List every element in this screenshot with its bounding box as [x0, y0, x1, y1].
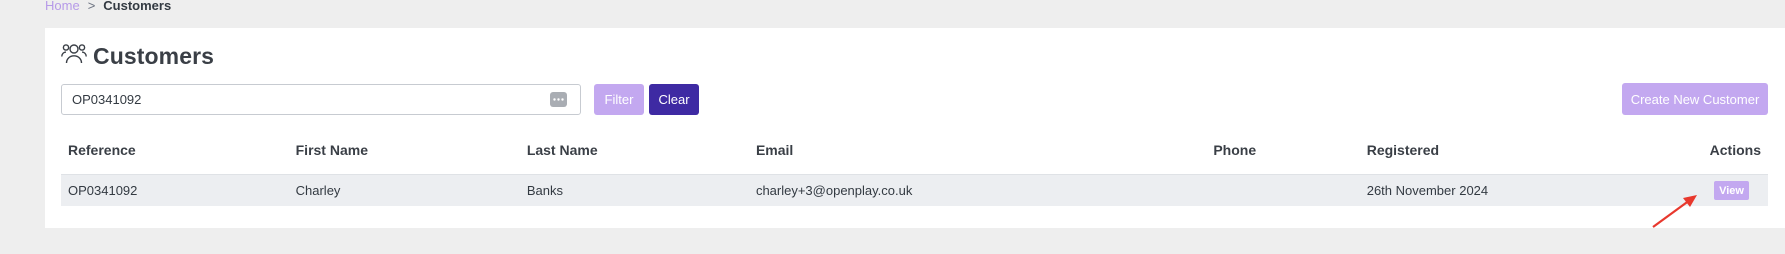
column-header-first-name[interactable]: First Name — [288, 126, 520, 175]
column-header-reference[interactable]: Reference — [61, 126, 289, 175]
cell-actions: View — [1702, 174, 1768, 206]
search-field[interactable] — [61, 84, 581, 115]
column-header-last-name[interactable]: Last Name — [519, 126, 749, 175]
users-icon — [61, 42, 87, 71]
breadcrumb: Home > Customers — [45, 0, 171, 14]
cell-email: charley+3@openplay.co.uk — [748, 174, 1207, 206]
cell-first-name: Charley — [288, 174, 520, 206]
create-new-customer-button[interactable]: Create New Customer — [1622, 83, 1768, 115]
table-row[interactable]: OP0341092 Charley Banks charley+3@openpl… — [61, 174, 1768, 206]
filter-button[interactable]: Filter — [594, 84, 644, 115]
column-header-phone[interactable]: Phone — [1206, 126, 1360, 175]
breadcrumb-home-link[interactable]: Home — [45, 0, 80, 13]
search-input[interactable] — [72, 85, 532, 114]
customers-table: Reference First Name Last Name Email Pho… — [61, 126, 1768, 206]
table-header-row: Reference First Name Last Name Email Pho… — [61, 126, 1768, 175]
breadcrumb-separator: > — [87, 0, 96, 13]
column-header-actions: Actions — [1702, 126, 1768, 175]
breadcrumb-current: Customers — [103, 0, 172, 13]
customers-card: Customers Filter Clear Create New Custom… — [45, 28, 1785, 228]
clear-button[interactable]: Clear — [649, 84, 699, 115]
column-header-email[interactable]: Email — [748, 126, 1207, 175]
annotation-arrow-icon — [1652, 195, 1697, 228]
cell-reference: OP0341092 — [61, 174, 289, 206]
dots-icon[interactable] — [550, 92, 567, 107]
cell-phone — [1206, 174, 1360, 206]
page-title: Customers — [93, 43, 215, 69]
page-header: Customers — [61, 42, 214, 71]
column-header-registered[interactable]: Registered — [1359, 126, 1703, 175]
view-button[interactable]: View — [1714, 181, 1749, 200]
cell-last-name: Banks — [519, 174, 749, 206]
